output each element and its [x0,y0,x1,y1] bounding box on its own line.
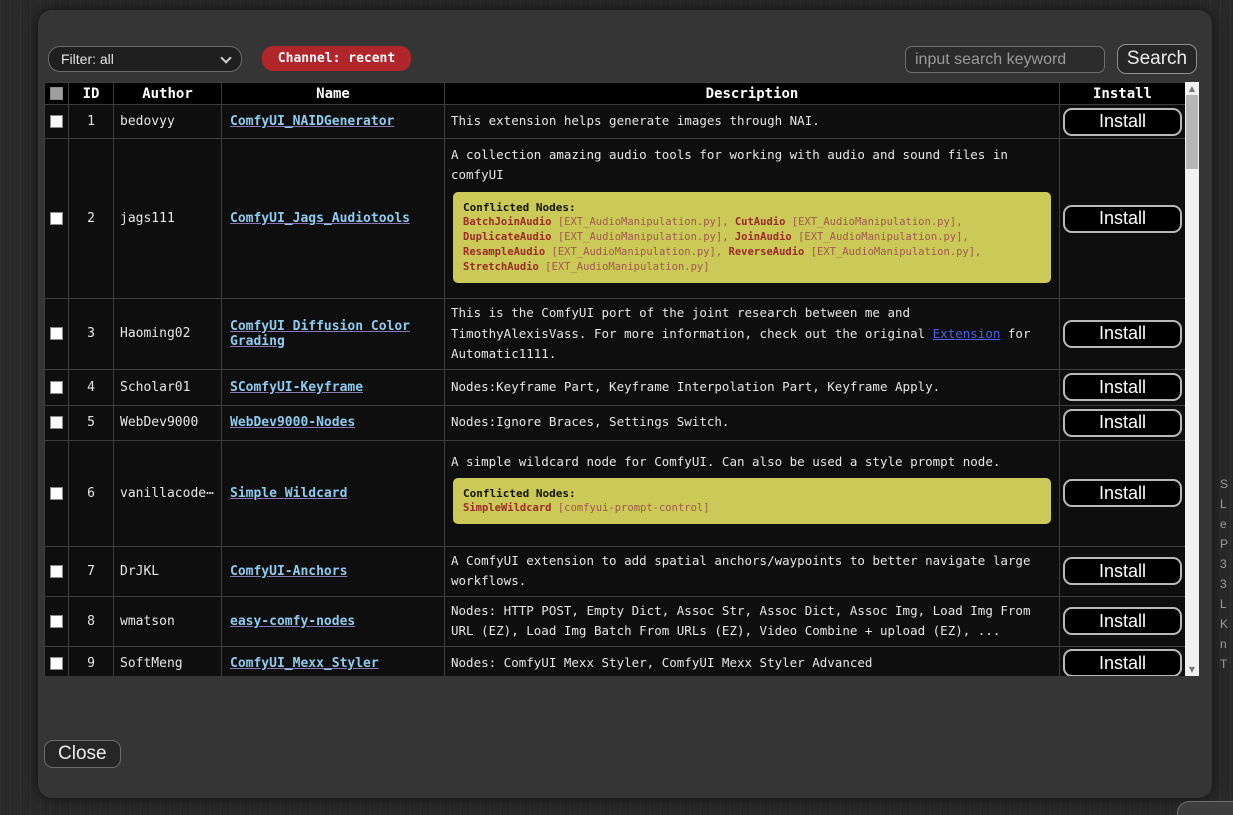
node-author: WebDev9000 [114,405,222,440]
node-description: Nodes:Ignore Braces, Settings Switch. [445,405,1060,440]
install-button[interactable]: Install [1063,557,1182,585]
conflicted-nodes-warning: Conflicted Nodes: SimpleWildcard [comfyu… [453,478,1051,524]
custom-nodes-table-wrap: ID Author Name Description Install 1 bed… [44,82,1199,676]
node-name-link[interactable]: ComfyUI_Jags_Audiotools [230,211,410,226]
conflict-title: Conflicted Nodes: [463,200,1041,215]
node-author: wmatson [114,596,222,646]
row-checkbox[interactable] [50,416,63,429]
scroll-up-arrow-icon[interactable]: ▲ [1185,82,1199,95]
conflict-title: Conflicted Nodes: [463,486,1041,501]
node-id: 6 [69,440,114,546]
node-description: This extension helps generate images thr… [445,105,1060,139]
node-name-link[interactable]: ComfyUI_Mexx_Styler [230,656,379,671]
node-author: jags111 [114,139,222,299]
header-author: Author [114,83,222,105]
row-checkbox[interactable] [50,657,63,670]
table-row: 2 jags111 ComfyUI_Jags_Audiotools A coll… [45,139,1186,299]
channel-button[interactable]: Channel: recent [262,46,411,71]
extension-link[interactable]: Extension [933,326,1001,341]
table-scrollbar[interactable]: ▲ ▼ [1185,82,1199,676]
node-author: Scholar01 [114,369,222,405]
install-button[interactable]: Install [1063,479,1182,507]
node-id: 9 [69,646,114,676]
install-button[interactable]: Install [1063,607,1182,635]
node-name-link[interactable]: ComfyUI-Anchors [230,564,347,579]
filter-dropdown[interactable]: Filter: all [48,46,242,72]
install-button[interactable]: Install [1063,373,1182,401]
row-checkbox[interactable] [50,565,63,578]
node-id: 4 [69,369,114,405]
custom-nodes-table: ID Author Name Description Install 1 bed… [44,82,1186,676]
node-id: 1 [69,105,114,139]
node-description: A simple wildcard node for ComfyUI. Can … [445,440,1060,546]
node-author: Haoming02 [114,299,222,370]
description-text: A simple wildcard node for ComfyUI. Can … [451,452,1053,473]
node-name-link[interactable]: ComfyUI Diffusion Color Grading [230,319,410,349]
conflicted-nodes-warning: Conflicted Nodes: BatchJoinAudio [EXT_Au… [453,192,1051,283]
table-row: 5 WebDev9000 WebDev9000-Nodes Nodes:Igno… [45,405,1186,440]
table-row: 7 DrJKL ComfyUI-Anchors A ComfyUI extens… [45,546,1186,596]
close-button[interactable]: Close [44,740,121,768]
node-id: 7 [69,546,114,596]
node-author: vanillacode⋯ [114,440,222,546]
header-name: Name [222,83,445,105]
row-checkbox[interactable] [50,327,63,340]
row-checkbox[interactable] [50,487,63,500]
node-name-link[interactable]: WebDev9000-Nodes [230,415,355,430]
install-button[interactable]: Install [1063,649,1182,676]
table-row: 9 SoftMeng ComfyUI_Mexx_Styler Nodes: Co… [45,646,1186,676]
node-author: bedovyy [114,105,222,139]
row-checkbox[interactable] [50,115,63,128]
node-description: This is the ComfyUI port of the joint re… [445,299,1060,370]
node-id: 8 [69,596,114,646]
node-description: A ComfyUI extension to add spatial ancho… [445,546,1060,596]
header-id: ID [69,83,114,105]
background-menu-fragment: S L e P 3 3 L K n T [1220,474,1233,674]
scroll-down-arrow-icon[interactable]: ▼ [1185,663,1199,676]
node-author: DrJKL [114,546,222,596]
node-name-link[interactable]: SComfyUI-Keyframe [230,380,363,395]
row-checkbox[interactable] [50,381,63,394]
node-author: SoftMeng [114,646,222,676]
install-button[interactable]: Install [1063,320,1182,348]
conflict-items: BatchJoinAudio [EXT_AudioManipulation.py… [463,215,1041,275]
search-button[interactable]: Search [1117,44,1197,74]
install-button[interactable]: Install [1063,108,1182,136]
table-row: 8 wmatson easy-comfy-nodes Nodes: HTTP P… [45,596,1186,646]
row-checkbox[interactable] [50,615,63,628]
node-description: A collection amazing audio tools for wor… [445,139,1060,299]
description-text: A collection amazing audio tools for wor… [451,145,1053,186]
node-description: Nodes: ComfyUI Mexx Styler, ComfyUI Mexx… [445,646,1060,676]
search-input[interactable] [905,46,1105,73]
table-row: 6 vanillacode⋯ Simple Wildcard A simple … [45,440,1186,546]
node-description: Nodes:Keyframe Part, Keyframe Interpolat… [445,369,1060,405]
table-row: 1 bedovyy ComfyUI_NAIDGenerator This ext… [45,105,1186,139]
node-name-link[interactable]: ComfyUI_NAIDGenerator [230,114,394,129]
select-all-checkbox[interactable] [50,87,63,100]
node-name-link[interactable]: Simple Wildcard [230,486,347,501]
node-id: 2 [69,139,114,299]
table-header-row: ID Author Name Description Install [45,83,1186,105]
header-install: Install [1060,83,1186,105]
row-checkbox[interactable] [50,212,63,225]
install-button[interactable]: Install [1063,205,1182,233]
header-description: Description [445,83,1060,105]
node-id: 5 [69,405,114,440]
node-description: Nodes: HTTP POST, Empty Dict, Assoc Str,… [445,596,1060,646]
conflict-items: SimpleWildcard [comfyui-prompt-control] [463,501,1041,516]
scrollbar-thumb[interactable] [1186,95,1198,169]
table-row: 3 Haoming02 ComfyUI Diffusion Color Grad… [45,299,1186,370]
install-button[interactable]: Install [1063,409,1182,437]
node-id: 3 [69,299,114,370]
filter-dropdown-wrap: Filter: all [48,46,242,72]
install-custom-nodes-dialog: Filter: all Channel: recent Search ID Au… [38,10,1212,798]
background-corner-fragment [1177,801,1233,815]
header-checkbox-cell [45,83,69,105]
table-row: 4 Scholar01 SComfyUI-Keyframe Nodes:Keyf… [45,369,1186,405]
node-name-link[interactable]: easy-comfy-nodes [230,614,355,629]
